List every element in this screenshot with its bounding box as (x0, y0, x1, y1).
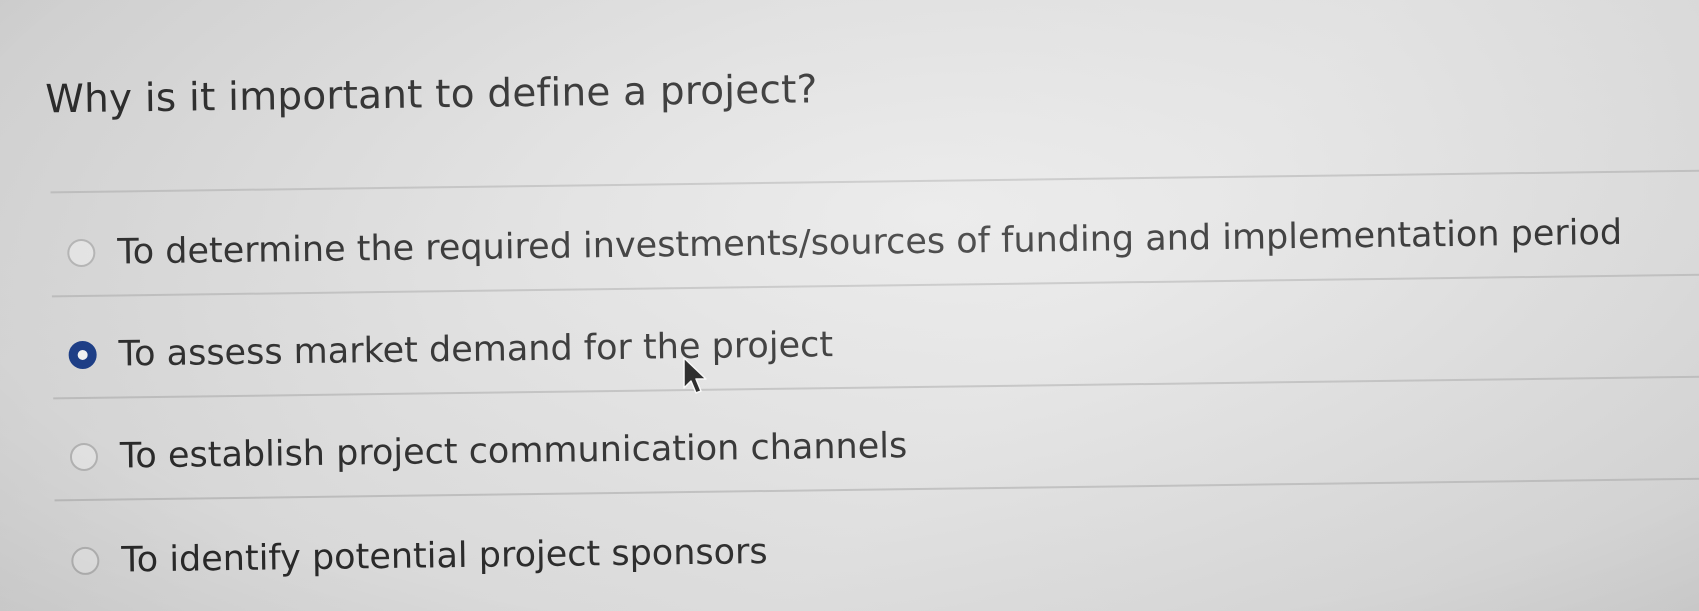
answer-option-4[interactable]: To identify potential project sponsors (71, 524, 768, 589)
question-text: Why is it important to define a project? (45, 67, 818, 123)
answer-option-label: To establish project communication chann… (119, 426, 908, 477)
question-divider (50, 169, 1699, 194)
quiz-question-card: Why is it important to define a project?… (0, 0, 1699, 611)
radio-button-unselected[interactable] (71, 546, 100, 576)
radio-button-selected[interactable] (68, 340, 97, 370)
mouse-pointer-arrow-icon (683, 357, 707, 394)
answer-option-2[interactable]: To assess market demand for the project (68, 317, 833, 383)
radio-button-unselected[interactable] (69, 442, 99, 472)
answer-option-3[interactable]: To establish project communication chann… (69, 418, 908, 485)
answer-option-label: To assess market demand for the project (118, 325, 834, 375)
answer-option-label: To identify potential project sponsors (121, 532, 768, 581)
radio-button-unselected[interactable] (67, 238, 96, 268)
answer-option-1[interactable]: To determine the required investments/so… (67, 205, 1623, 281)
answer-option-label: To determine the required investments/so… (117, 212, 1623, 273)
